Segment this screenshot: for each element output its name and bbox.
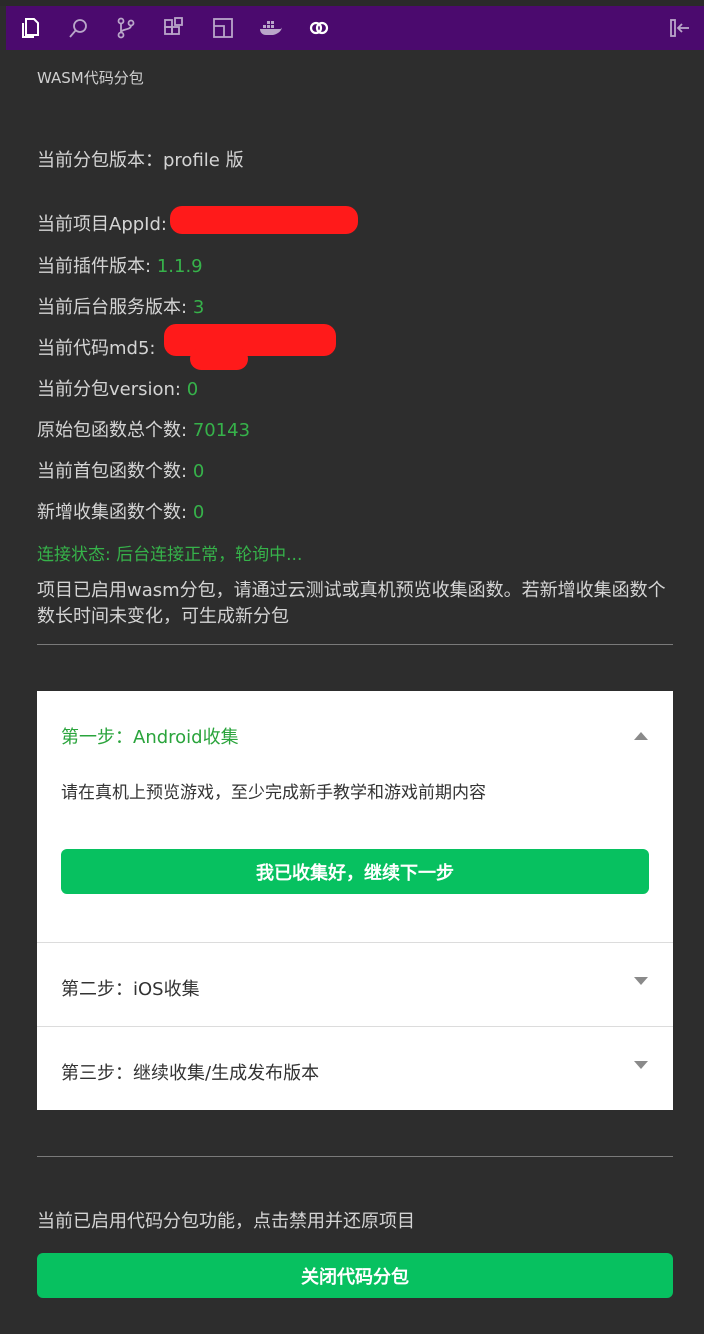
extensions-icon[interactable]	[160, 14, 188, 42]
version-label: 当前分包版本：profile 版	[37, 150, 244, 171]
step3-title[interactable]: 第三步：继续收集/生成发布版本	[61, 1059, 319, 1085]
new-func-row: 新增收集函数个数: 0	[37, 498, 204, 524]
wasm-notice: 项目已启用wasm分包，请通过云测试或真机预览收集函数。若新增收集函数个数长时间…	[37, 580, 666, 627]
subpkg-version-value: 0	[186, 379, 199, 400]
chevron-down-icon[interactable]	[634, 1061, 648, 1069]
chevron-down-icon[interactable]	[634, 977, 648, 985]
collapse-panel-icon[interactable]	[666, 14, 694, 42]
first-func-label: 当前首包函数个数:	[37, 461, 188, 482]
card-divider	[37, 942, 673, 943]
orig-func-value: 70143	[192, 420, 251, 441]
footer-text: 当前已启用代码分包功能，点击禁用并还原项目	[37, 1211, 415, 1232]
card-divider	[37, 1026, 673, 1027]
first-func-row: 当前首包函数个数: 0	[37, 457, 204, 483]
new-func-label: 新增收集函数个数:	[37, 502, 188, 523]
first-func-value: 0	[192, 461, 205, 482]
continue-next-step-button[interactable]: 我已收集好，继续下一步	[61, 849, 649, 894]
subpkg-version-label: 当前分包version:	[37, 379, 181, 400]
divider	[37, 1156, 673, 1157]
appid-label: 当前项目AppId:	[37, 214, 167, 235]
docker-icon[interactable]	[257, 14, 285, 42]
plugin-version-label: 当前插件版本:	[37, 256, 152, 277]
md5-row: 当前代码md5:	[37, 334, 155, 360]
plugin-version-row: 当前插件版本: 1.1.9	[37, 252, 203, 278]
search-icon[interactable]	[64, 14, 92, 42]
activity-bar	[6, 6, 704, 50]
source-control-icon[interactable]	[112, 14, 140, 42]
plugin-icon[interactable]	[305, 14, 333, 42]
orig-func-row: 原始包函数总个数: 70143	[37, 416, 250, 442]
appid-row: 当前项目AppId:	[37, 210, 167, 236]
service-version-row: 当前后台服务版本: 3	[37, 293, 204, 319]
disable-code-split-button[interactable]: 关闭代码分包	[37, 1253, 673, 1298]
redaction-mark	[164, 324, 336, 356]
md5-label: 当前代码md5:	[37, 338, 156, 359]
files-icon[interactable]	[16, 14, 44, 42]
connection-status: 连接状态: 后台连接正常，轮询中...	[37, 545, 303, 565]
step1-description: 请在真机上预览游戏，至少完成新手教学和游戏前期内容	[61, 783, 486, 803]
redaction-mark	[190, 348, 248, 370]
step2-title[interactable]: 第二步：iOS收集	[61, 975, 200, 1001]
layout-icon[interactable]	[209, 14, 237, 42]
subpkg-version-row: 当前分包version: 0	[37, 375, 198, 401]
divider	[37, 644, 673, 645]
new-func-value: 0	[192, 502, 205, 523]
steps-card: 第一步：Android收集 请在真机上预览游戏，至少完成新手教学和游戏前期内容 …	[37, 691, 673, 1110]
step1-title[interactable]: 第一步：Android收集	[61, 723, 239, 749]
service-version-value: 3	[192, 297, 205, 318]
plugin-version-value: 1.1.9	[156, 256, 203, 277]
panel-title: WASM代码分包	[37, 69, 144, 87]
service-version-label: 当前后台服务版本:	[37, 297, 188, 318]
redaction-mark	[170, 206, 358, 234]
orig-func-label: 原始包函数总个数:	[37, 420, 188, 441]
chevron-up-icon[interactable]	[634, 732, 648, 740]
